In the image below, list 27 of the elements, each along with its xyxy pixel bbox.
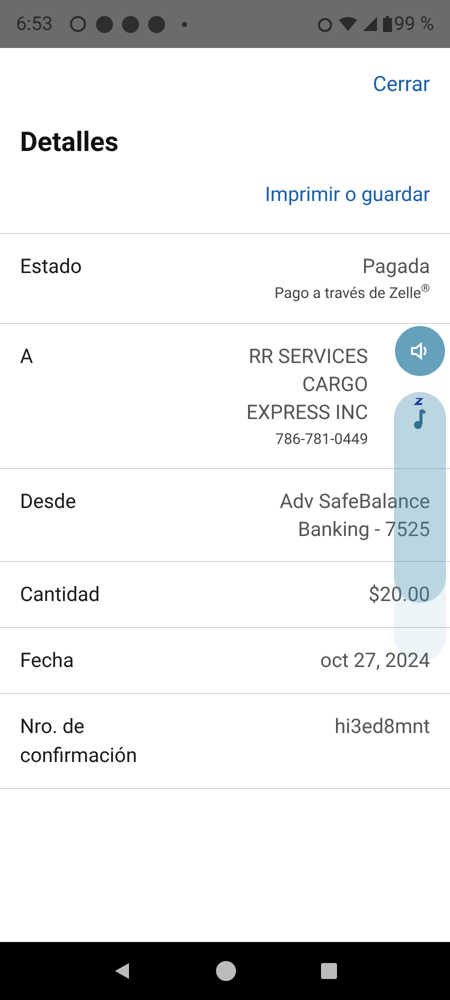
battery-percentage: 99 % bbox=[394, 10, 434, 37]
close-link[interactable]: Cerrar bbox=[372, 70, 430, 102]
wifi-icon bbox=[339, 17, 357, 31]
home-icon[interactable] bbox=[216, 961, 236, 981]
recents-icon[interactable] bbox=[321, 963, 338, 979]
row-label: Cantidad bbox=[20, 581, 101, 608]
row-label: Fecha bbox=[20, 647, 75, 674]
row-value: oct 27, 2024 bbox=[320, 647, 430, 674]
back-icon[interactable] bbox=[112, 962, 131, 980]
row-label: A bbox=[20, 342, 34, 370]
row-label: Nro. de confirmación bbox=[20, 713, 138, 769]
row-value: hi3ed8mnt bbox=[334, 713, 430, 740]
page-title: Detalles bbox=[19, 124, 120, 160]
speaker-button[interactable] bbox=[395, 326, 445, 376]
row-value: Pagada bbox=[362, 253, 430, 280]
row-value: RR SERVICES CARGO EXPRESS INC bbox=[245, 342, 368, 426]
music-note-icon bbox=[413, 398, 427, 430]
battery-icon bbox=[383, 16, 392, 32]
row-value: $20.00 bbox=[368, 581, 430, 608]
row-note: 786-781-0449 bbox=[275, 428, 368, 450]
status-time: 6:53 bbox=[16, 10, 53, 37]
row-label: Desde bbox=[20, 488, 77, 515]
row-value: Adv SafeBalance Banking - 7525 bbox=[278, 488, 430, 543]
signal-icon bbox=[363, 17, 377, 31]
print-link[interactable]: Imprimir o guardar bbox=[264, 179, 430, 209]
row-label: Estado bbox=[20, 253, 83, 280]
row-note: Pago a través de Zelle$^{®}$ bbox=[274, 282, 430, 304]
